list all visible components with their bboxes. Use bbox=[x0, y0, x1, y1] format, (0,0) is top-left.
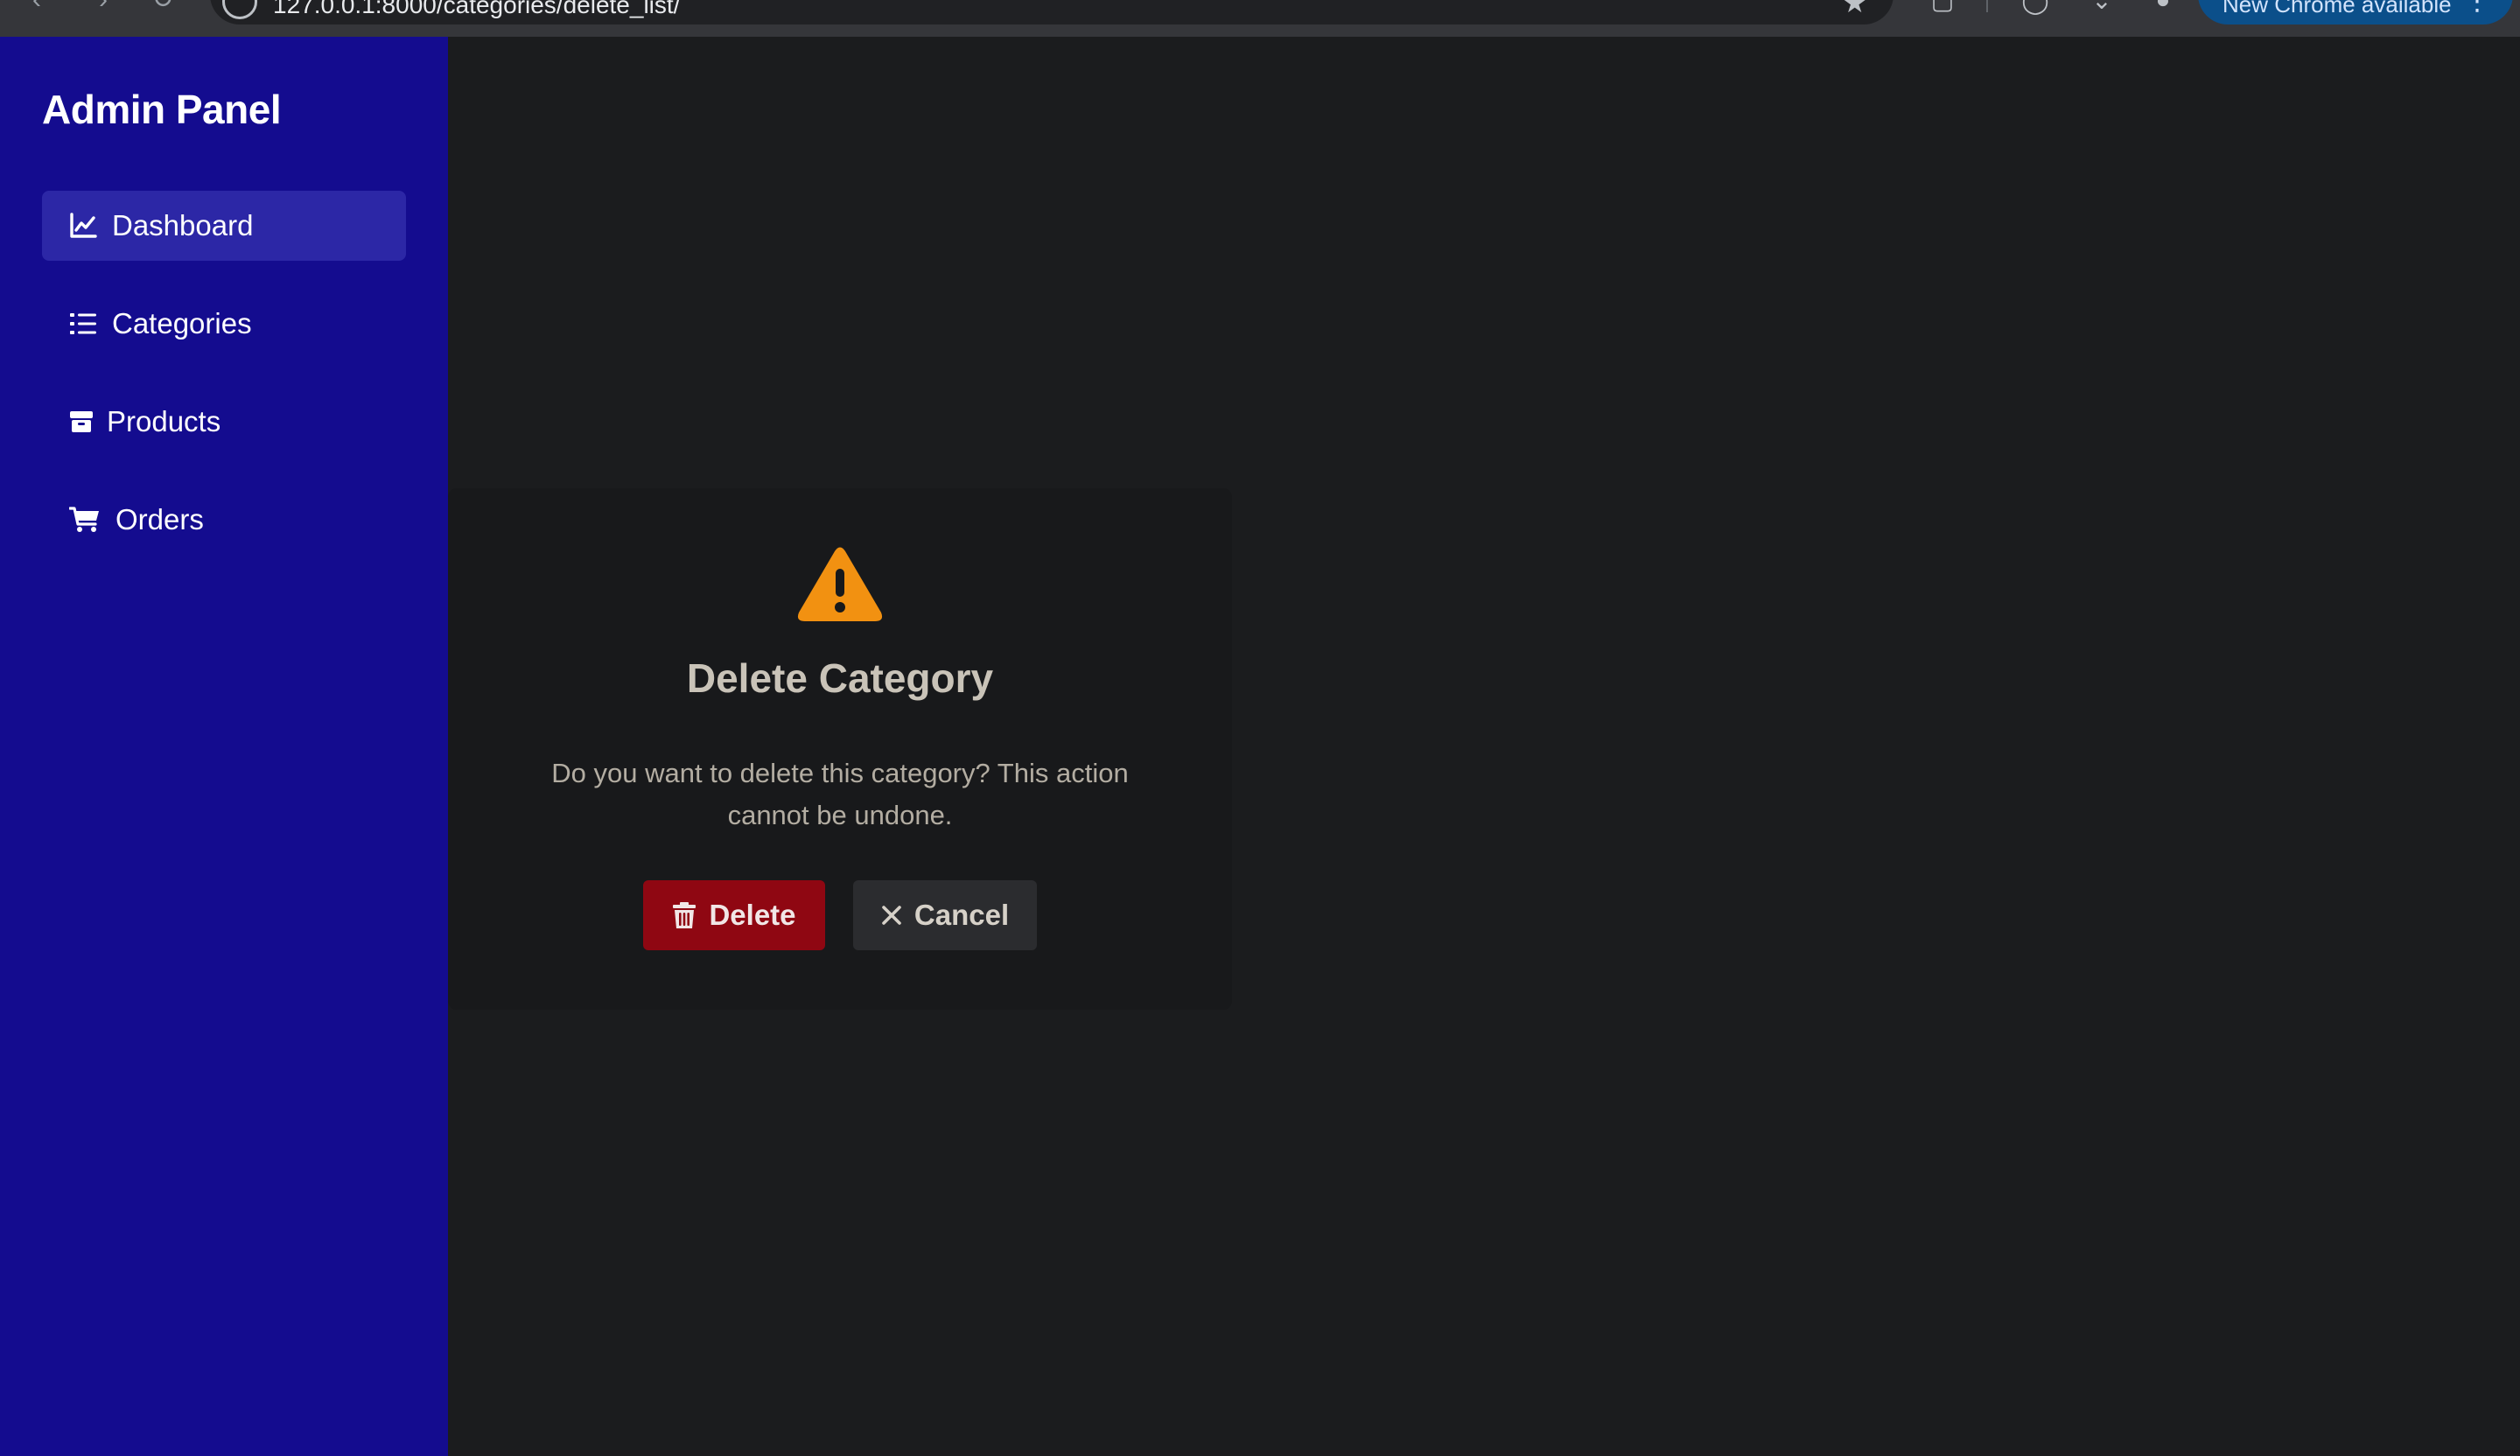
delete-button[interactable]: Delete bbox=[643, 880, 825, 950]
sidebar-item-products[interactable]: Products bbox=[42, 387, 406, 457]
sidebar: Admin Panel Dashboard Categories Product… bbox=[0, 37, 448, 1456]
toolbar-divider bbox=[1986, 0, 1988, 12]
sidebar-item-categories[interactable]: Categories bbox=[42, 289, 406, 359]
list-icon bbox=[68, 309, 98, 339]
browser-toolbar: ‹ › ↻ 127.0.0.1:8000/categories/delete_l… bbox=[0, 0, 2520, 37]
menu-dots-icon[interactable]: ⋮ bbox=[2464, 0, 2490, 17]
sidebar-item-dashboard[interactable]: Dashboard bbox=[42, 191, 406, 261]
warning-triangle-icon bbox=[796, 546, 884, 623]
extensions-icon[interactable]: ▢ bbox=[1925, 0, 1960, 21]
sidebar-item-orders[interactable]: Orders bbox=[42, 485, 406, 555]
main-content: Delete Category Do you want to delete th… bbox=[448, 37, 2520, 1456]
trash-icon bbox=[672, 901, 696, 929]
delete-button-label: Delete bbox=[709, 899, 796, 931]
sidebar-item-label: Products bbox=[107, 405, 221, 438]
dialog-message: Do you want to delete this category? Thi… bbox=[551, 758, 1129, 830]
profile-icon[interactable]: ● bbox=[2146, 0, 2180, 21]
sidebar-item-label: Orders bbox=[116, 503, 204, 536]
address-url[interactable]: 127.0.0.1:8000/categories/delete_list/ bbox=[273, 0, 680, 21]
cart-icon bbox=[68, 505, 102, 535]
downloads-icon[interactable]: ⌄ bbox=[2084, 0, 2119, 21]
sidebar-item-label: Categories bbox=[112, 307, 252, 340]
cancel-button[interactable]: Cancel bbox=[853, 880, 1037, 950]
cancel-button-label: Cancel bbox=[914, 899, 1010, 931]
forward-icon[interactable]: › bbox=[84, 0, 122, 19]
site-info-icon[interactable] bbox=[222, 0, 257, 19]
sidebar-item-label: Dashboard bbox=[112, 209, 254, 242]
sidebar-title: Admin Panel bbox=[42, 87, 282, 132]
chrome-update-button[interactable]: New Chrome available ⋮ bbox=[2198, 0, 2513, 24]
box-icon bbox=[68, 407, 94, 437]
bookmark-star-icon[interactable]: ★ bbox=[1842, 0, 1867, 19]
back-icon[interactable]: ‹ bbox=[18, 0, 56, 19]
chart-line-icon bbox=[68, 211, 98, 241]
address-bar[interactable]: 127.0.0.1:8000/categories/delete_list/ ★ bbox=[210, 0, 1894, 24]
chrome-update-label: New Chrome available bbox=[2222, 0, 2452, 18]
close-icon bbox=[881, 905, 902, 926]
delete-confirmation-dialog: Delete Category Do you want to delete th… bbox=[448, 488, 1232, 1010]
dialog-title: Delete Category bbox=[686, 655, 994, 701]
whatsapp-icon[interactable]: ◯ bbox=[2018, 0, 2053, 21]
reload-icon[interactable]: ↻ bbox=[144, 0, 182, 19]
